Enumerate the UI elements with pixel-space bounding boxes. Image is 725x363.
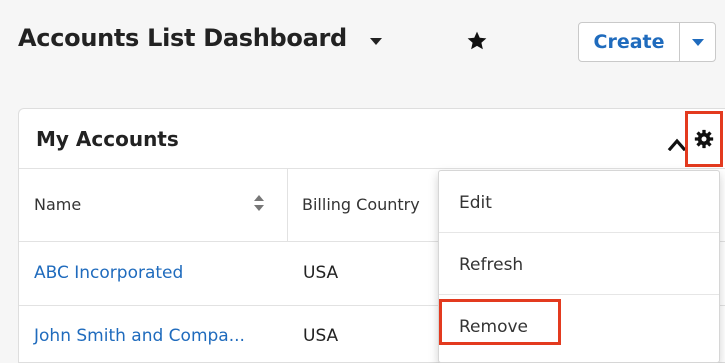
sort-icon[interactable]: [253, 193, 265, 213]
star-icon[interactable]: [466, 30, 488, 52]
menu-item-edit[interactable]: Edit: [439, 171, 719, 233]
dashlet-header: My Accounts: [19, 109, 725, 169]
create-button[interactable]: Create: [579, 23, 680, 61]
account-name-link[interactable]: John Smith and Compa...: [34, 326, 245, 346]
dashlet-title: My Accounts: [36, 127, 179, 151]
chevron-down-icon: [691, 38, 704, 46]
create-button-group: Create: [578, 22, 716, 62]
account-name-link[interactable]: ABC Incorporated: [34, 263, 183, 283]
column-divider[interactable]: [287, 169, 288, 241]
chevron-up-icon[interactable]: [667, 137, 687, 151]
column-header-name[interactable]: Name: [34, 195, 81, 214]
billing-country-cell: USA: [303, 326, 339, 346]
billing-country-cell: USA: [303, 263, 339, 283]
gear-icon: [694, 129, 714, 149]
chevron-down-icon[interactable]: [370, 38, 382, 45]
column-header-billing-country[interactable]: Billing Country: [302, 195, 420, 214]
remove-highlight-box: [439, 299, 561, 345]
menu-item-label: Edit: [459, 193, 492, 213]
create-dropdown-button[interactable]: [680, 23, 715, 61]
menu-item-label: Refresh: [459, 255, 524, 275]
menu-item-refresh[interactable]: Refresh: [439, 233, 719, 295]
dashboard-title[interactable]: Accounts List Dashboard: [18, 24, 347, 52]
dashboard-header: Accounts List Dashboard Create: [0, 0, 725, 88]
dashlet-settings-button[interactable]: [685, 111, 723, 167]
dashlet-actions-menu: Edit Refresh Remove: [438, 170, 720, 363]
